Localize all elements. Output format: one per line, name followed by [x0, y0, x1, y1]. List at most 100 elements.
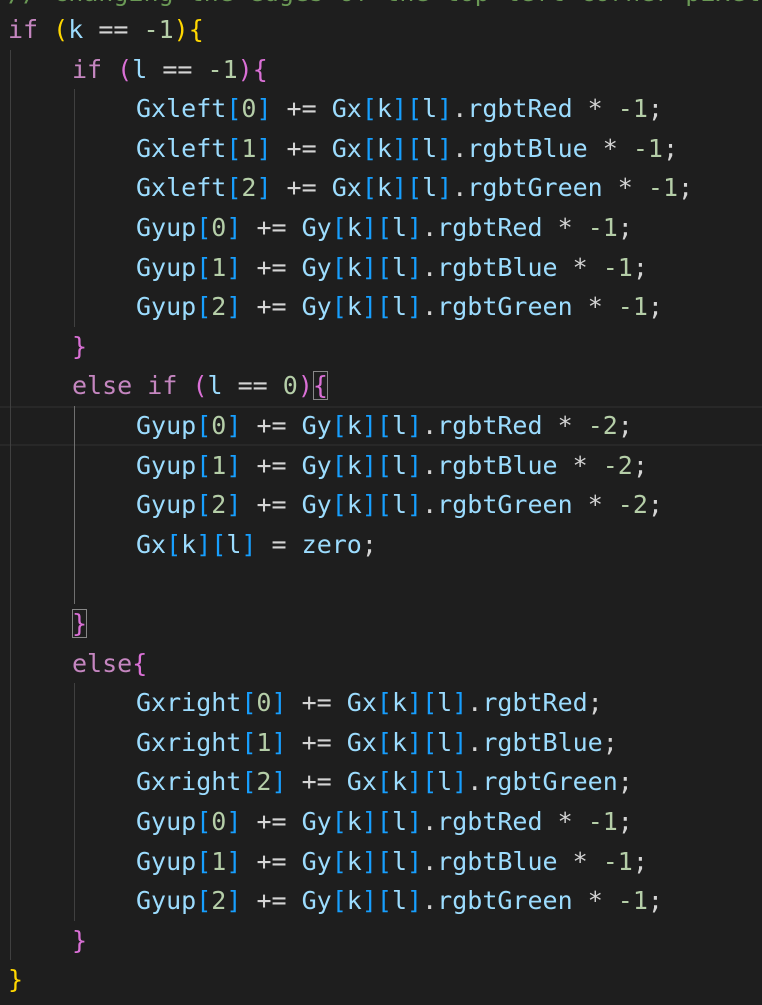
code-token: 1 — [256, 727, 272, 757]
code-token: ] — [407, 807, 423, 836]
code-token: ] — [407, 767, 423, 797]
code-token: += — [241, 490, 302, 520]
code-token: ] — [407, 411, 423, 440]
code-token: } — [72, 331, 88, 361]
code-token: * — [557, 450, 603, 480]
code-line[interactable]: else if (l == 0){ — [72, 366, 328, 406]
code-line[interactable]: Gxright[0] += Gx[k][l].rgbtRed; — [136, 683, 603, 723]
code-token: ] — [256, 94, 272, 124]
code-token: 1 — [241, 133, 257, 163]
code-token: Gxright — [136, 727, 242, 757]
code-token: l — [437, 727, 453, 757]
code-line[interactable]: if (k == -1){ — [8, 10, 204, 50]
code-token: ] — [361, 450, 377, 480]
code-token: 0 — [211, 807, 227, 836]
code-token: rgbtRed — [437, 411, 543, 440]
code-token: rgbtGreen — [437, 886, 573, 916]
code-token: Gy — [301, 846, 332, 876]
code-token: Gy — [301, 807, 332, 836]
code-token: ] — [361, 846, 377, 876]
code-token: k — [346, 252, 362, 282]
code-line[interactable]: Gxright[1] += Gx[k][l].rgbtBlue; — [136, 723, 618, 763]
code-token: -1 — [647, 173, 678, 203]
code-editor[interactable]: // changing the edges of the top left co… — [0, 0, 762, 1005]
code-token: Gyup — [136, 846, 197, 876]
code-line[interactable]: } — [72, 327, 87, 367]
code-token: [ — [407, 94, 423, 124]
code-token: ] — [256, 133, 272, 163]
code-line[interactable]: else{ — [72, 644, 147, 684]
code-token: [ — [331, 213, 347, 242]
code-token: [ — [376, 450, 392, 480]
code-token: 0 — [211, 411, 227, 440]
code-line[interactable]: Gyup[0] += Gy[k][l].rgbtRed * -1; — [136, 208, 633, 248]
code-line[interactable]: } — [72, 921, 87, 961]
code-token: ] — [226, 490, 242, 520]
code-token: . — [422, 252, 438, 282]
code-line[interactable]: Gxleft[0] += Gx[k][l].rgbtRed * -1; — [136, 89, 663, 129]
code-line[interactable]: Gxright[2] += Gx[k][l].rgbtGreen; — [136, 762, 633, 802]
code-token: Gxleft — [136, 94, 227, 124]
code-line[interactable]: if (l == -1){ — [72, 50, 268, 90]
code-line[interactable]: Gyup[1] += Gy[k][l].rgbtBlue * -1; — [136, 842, 648, 882]
code-token: ] — [452, 727, 468, 757]
code-token: k — [346, 213, 362, 242]
code-token: -1 — [207, 54, 238, 84]
code-line[interactable]: Gyup[2] += Gy[k][l].rgbtGreen * -1; — [136, 881, 663, 921]
code-line[interactable]: Gyup[0] += Gy[k][l].rgbtRed * -2; — [136, 406, 633, 446]
code-token: [ — [331, 807, 347, 836]
code-token: ( — [192, 371, 208, 401]
code-line[interactable]: Gx[k][l] = zero; — [136, 525, 377, 565]
code-token: k — [391, 727, 407, 757]
code-token: ] — [271, 688, 287, 718]
indent-guide — [10, 49, 11, 961]
code-token: if — [72, 54, 103, 84]
code-line[interactable]: Gyup[2] += Gy[k][l].rgbtGreen * -2; — [136, 485, 663, 525]
code-token: if — [8, 15, 39, 44]
code-token: 2 — [211, 292, 227, 322]
code-token: l — [437, 688, 453, 718]
indent-guide — [74, 683, 75, 921]
code-token: } — [8, 965, 24, 995]
code-token: [ — [331, 886, 347, 916]
code-token: [ — [376, 886, 392, 916]
code-token: rgbtGreen — [467, 173, 603, 203]
code-token: * — [572, 292, 618, 322]
code-token: [ — [407, 133, 423, 163]
code-line[interactable]: Gyup[0] += Gy[k][l].rgbtRed * -1; — [136, 802, 633, 842]
code-token: [ — [226, 173, 242, 203]
code-token: ] — [391, 94, 408, 124]
code-line[interactable]: Gyup[1] += Gy[k][l].rgbtBlue * -2; — [136, 446, 648, 486]
code-token: 0 — [282, 371, 298, 401]
code-token: ] — [271, 767, 287, 797]
code-token: [ — [331, 490, 347, 520]
code-token: [ — [211, 529, 227, 559]
code-line[interactable]: Gyup[2] += Gy[k][l].rgbtGreen * -1; — [136, 287, 663, 327]
code-token: ] — [226, 846, 242, 876]
code-token: Gx — [346, 767, 377, 797]
code-line[interactable]: Gxleft[1] += Gx[k][l].rgbtBlue * -1; — [136, 129, 678, 169]
code-line[interactable]: } — [72, 604, 88, 644]
code-line[interactable]: } — [8, 960, 23, 1000]
code-token: [ — [422, 727, 438, 757]
code-token: ] — [407, 490, 423, 520]
code-token: ] — [407, 846, 423, 876]
code-token: Gy — [301, 411, 332, 440]
code-token: ; — [617, 213, 633, 242]
code-line[interactable]: Gyup[1] += Gy[k][l].rgbtBlue * -1; — [136, 248, 648, 288]
code-token: ; — [617, 767, 633, 797]
code-token: * — [572, 490, 618, 520]
code-token: ] — [437, 133, 453, 163]
code-token: k — [68, 15, 84, 44]
code-line[interactable]: Gxleft[2] += Gx[k][l].rgbtGreen * -1; — [136, 168, 693, 208]
code-token: Gy — [301, 886, 332, 916]
code-token: rgbtRed — [437, 807, 543, 836]
code-token: ] — [452, 688, 468, 718]
code-token: ; — [647, 886, 663, 916]
code-token: . — [452, 94, 468, 124]
code-token: l — [391, 807, 408, 836]
code-token: rgbtBlue — [437, 450, 558, 480]
code-token: [ — [407, 173, 423, 203]
code-token: * — [572, 886, 618, 916]
